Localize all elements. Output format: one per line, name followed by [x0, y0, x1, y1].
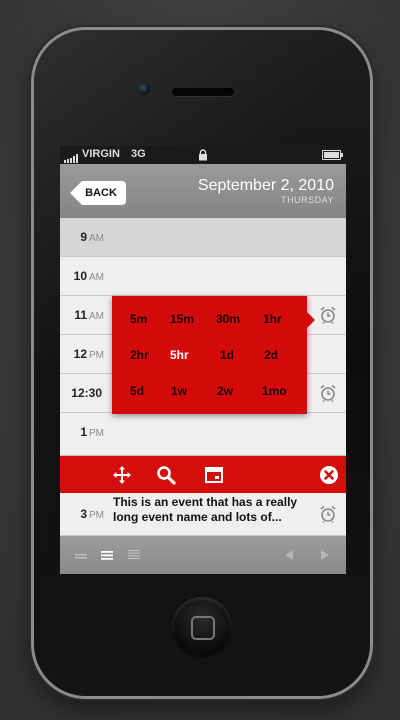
time-label: 3 PM	[80, 507, 104, 521]
time-row[interactable]: 9 AM	[60, 218, 346, 257]
view-detail-icon[interactable]	[127, 549, 141, 561]
reminder-option[interactable]: 1w	[171, 384, 187, 398]
reminder-option[interactable]: 5d	[130, 384, 144, 398]
status-bar: VIRGIN 3G	[60, 146, 346, 164]
reminder-option[interactable]: 1mo	[262, 384, 287, 398]
header-date: September 2, 2010	[197, 177, 334, 194]
time-row[interactable]: 1 PM	[60, 413, 346, 456]
signal-strength-icon	[64, 151, 79, 163]
reminder-option-selected[interactable]: 5hr	[170, 348, 189, 362]
reminder-option[interactable]: 1d	[220, 348, 234, 362]
time-row[interactable]: 10 AM	[60, 257, 346, 296]
alarm-clock-icon[interactable]	[319, 384, 337, 402]
battery-icon	[322, 150, 343, 160]
network-type: 3G	[131, 148, 146, 160]
popover-arrow	[307, 312, 315, 328]
earpiece-speaker	[172, 88, 234, 96]
header-weekday: THURSDAY	[281, 195, 334, 205]
time-label: 11 AM	[74, 308, 104, 322]
time-label: 12:30	[71, 386, 102, 400]
next-arrow-icon[interactable]	[318, 549, 332, 561]
header-bar: BACK September 2, 2010 THURSDAY	[60, 164, 346, 218]
home-button-icon	[191, 616, 215, 640]
alarm-clock-icon[interactable]	[319, 505, 337, 523]
front-camera	[138, 83, 150, 95]
close-icon[interactable]	[319, 465, 339, 485]
bottom-toolbar	[60, 536, 346, 574]
prev-arrow-icon[interactable]	[282, 549, 296, 561]
calendar-icon[interactable]	[204, 465, 224, 485]
view-compact-icon[interactable]	[74, 549, 88, 561]
reminder-option[interactable]: 1hr	[263, 312, 282, 326]
lock-icon	[199, 149, 207, 161]
alarm-clock-icon[interactable]	[319, 306, 337, 324]
event-row[interactable]: 3 PM This is an event that has a really l…	[60, 493, 346, 536]
event-action-toolbar	[60, 456, 346, 493]
reminder-option[interactable]: 2w	[217, 384, 233, 398]
reminder-popover: 5m 15m 30m 1hr 2hr 5hr 1d 2d 5d 1w 2w 1m…	[112, 296, 307, 414]
reminder-option[interactable]: 5m	[130, 312, 147, 326]
app-screen: VIRGIN 3G BACK September 2, 2010 THURSDA…	[60, 146, 346, 574]
reminder-option[interactable]: 30m	[216, 312, 240, 326]
view-list-icon[interactable]	[100, 549, 114, 561]
time-label: 1 PM	[80, 425, 104, 439]
event-title[interactable]: This is an event that has a really long …	[113, 495, 313, 525]
back-button[interactable]: BACK	[70, 181, 126, 205]
reminder-option[interactable]: 15m	[170, 312, 194, 326]
reminder-option[interactable]: 2hr	[130, 348, 149, 362]
time-label: 9 AM	[80, 230, 104, 244]
reminder-option[interactable]: 2d	[264, 348, 278, 362]
carrier-name: VIRGIN	[82, 148, 120, 160]
move-icon[interactable]	[112, 465, 132, 485]
time-label: 10 AM	[73, 269, 104, 283]
home-button[interactable]	[172, 597, 232, 657]
time-label: 12 PM	[73, 347, 104, 361]
search-icon[interactable]	[156, 465, 176, 485]
